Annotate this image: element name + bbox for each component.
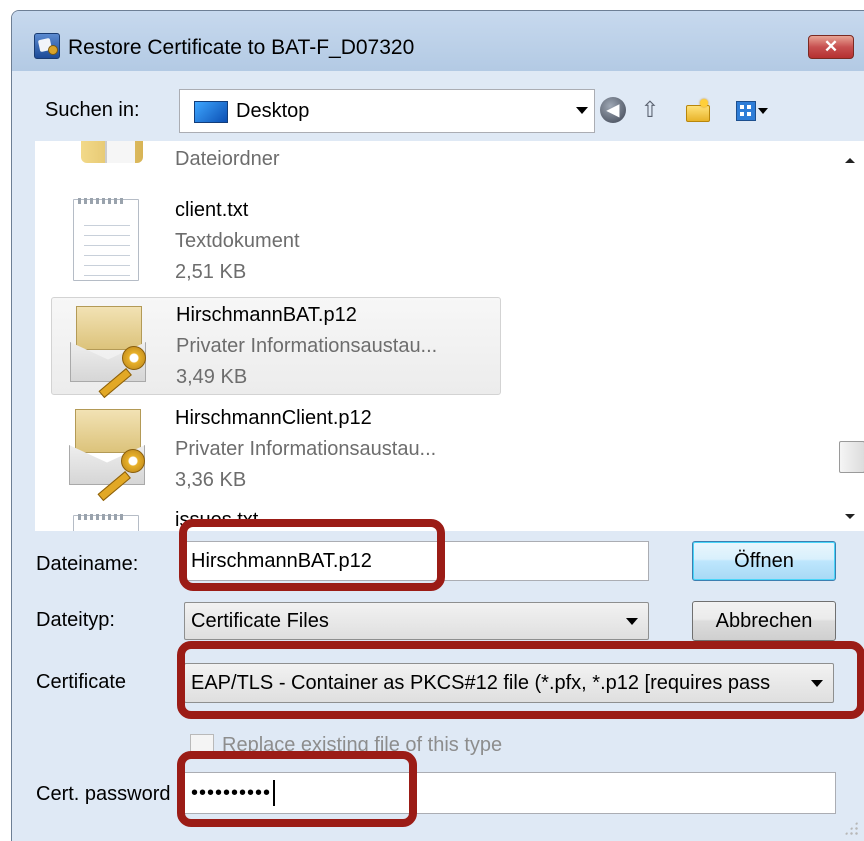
certificate-type-value: EAP/TLS - Container as PKCS#12 file (*.p…: [191, 671, 771, 694]
certificate-type-select[interactable]: EAP/TLS - Container as PKCS#12 file (*.p…: [184, 663, 834, 703]
file-name: HirschmannClient.p12: [175, 407, 372, 429]
chevron-down-icon[interactable]: [576, 107, 588, 114]
text-document-icon: [73, 514, 139, 531]
certificate-label: Certificate: [36, 671, 127, 693]
file-type: Privater Informationsaustau...: [175, 438, 437, 460]
file-list[interactable]: Dateiordner client.txt Textdokument 2,51…: [35, 141, 864, 531]
up-folder-icon[interactable]: ⇧: [637, 97, 663, 123]
close-button[interactable]: ✕: [808, 35, 854, 59]
chevron-down-icon[interactable]: [626, 618, 638, 625]
file-type: Dateiordner: [175, 148, 280, 170]
list-item[interactable]: HirschmannClient.p12 Privater Informatio…: [51, 401, 501, 499]
new-folder-icon[interactable]: [684, 97, 710, 123]
replace-existing-checkbox[interactable]: [190, 734, 214, 758]
password-input[interactable]: ••••••••••: [184, 772, 836, 814]
text-caret: [273, 780, 276, 806]
password-value: ••••••••••: [191, 781, 272, 804]
file-size: 2,51 KB: [175, 261, 247, 283]
scroll-up-icon[interactable]: [845, 158, 855, 163]
resize-grip-icon[interactable]: [844, 821, 858, 835]
cancel-button[interactable]: Abbrechen: [692, 601, 836, 641]
desktop-icon: [194, 101, 228, 123]
file-name: client.txt: [175, 199, 249, 221]
filetype-label: Dateityp:: [36, 609, 115, 631]
look-in-combo[interactable]: Desktop: [179, 89, 595, 133]
look-in-label: Suchen in:: [45, 99, 140, 121]
file-name: HirschmannBAT.p12: [176, 304, 357, 326]
replace-existing-label: Replace existing file of this type: [222, 734, 503, 756]
filename-label: Dateiname:: [36, 553, 139, 575]
look-in-value: Desktop: [236, 100, 310, 122]
certificate-icon: [70, 306, 146, 386]
filetype-value: Certificate Files: [191, 609, 329, 632]
back-icon[interactable]: ◀: [600, 97, 626, 123]
certificate-icon: [69, 409, 145, 489]
file-size: 3,49 KB: [176, 366, 248, 388]
restore-certificate-dialog: Restore Certificate to BAT-F_D07320 ✕ Su…: [11, 10, 864, 841]
file-type: Textdokument: [175, 230, 300, 252]
file-size: 3,36 KB: [175, 469, 247, 491]
folder-icon: [81, 141, 143, 163]
scroll-thumb[interactable]: [839, 441, 864, 473]
title-bar[interactable]: Restore Certificate to BAT-F_D07320 ✕: [12, 11, 864, 71]
list-item[interactable]: client.txt Textdokument 2,51 KB: [51, 193, 501, 291]
list-item-selected[interactable]: HirschmannBAT.p12 Privater Informationsa…: [51, 297, 501, 395]
window-title: Restore Certificate to BAT-F_D07320: [68, 36, 415, 59]
scroll-down-icon[interactable]: [845, 514, 855, 519]
key-icon: [122, 346, 146, 370]
file-type: Privater Informationsaustau...: [176, 335, 438, 357]
certificate-app-icon: [34, 33, 60, 59]
filetype-select[interactable]: Certificate Files: [184, 602, 649, 640]
vertical-scrollbar[interactable]: [835, 141, 864, 531]
text-document-icon: [73, 198, 139, 281]
key-icon: [121, 449, 145, 473]
password-label: Cert. password: [36, 783, 171, 805]
chevron-down-icon[interactable]: [811, 680, 823, 687]
file-name: issues.txt: [175, 509, 259, 531]
filename-input[interactable]: HirschmannBAT.p12: [184, 541, 649, 581]
open-button[interactable]: Öffnen: [692, 541, 836, 581]
view-menu-icon[interactable]: [736, 97, 770, 123]
list-item[interactable]: issues.txt: [51, 503, 501, 531]
